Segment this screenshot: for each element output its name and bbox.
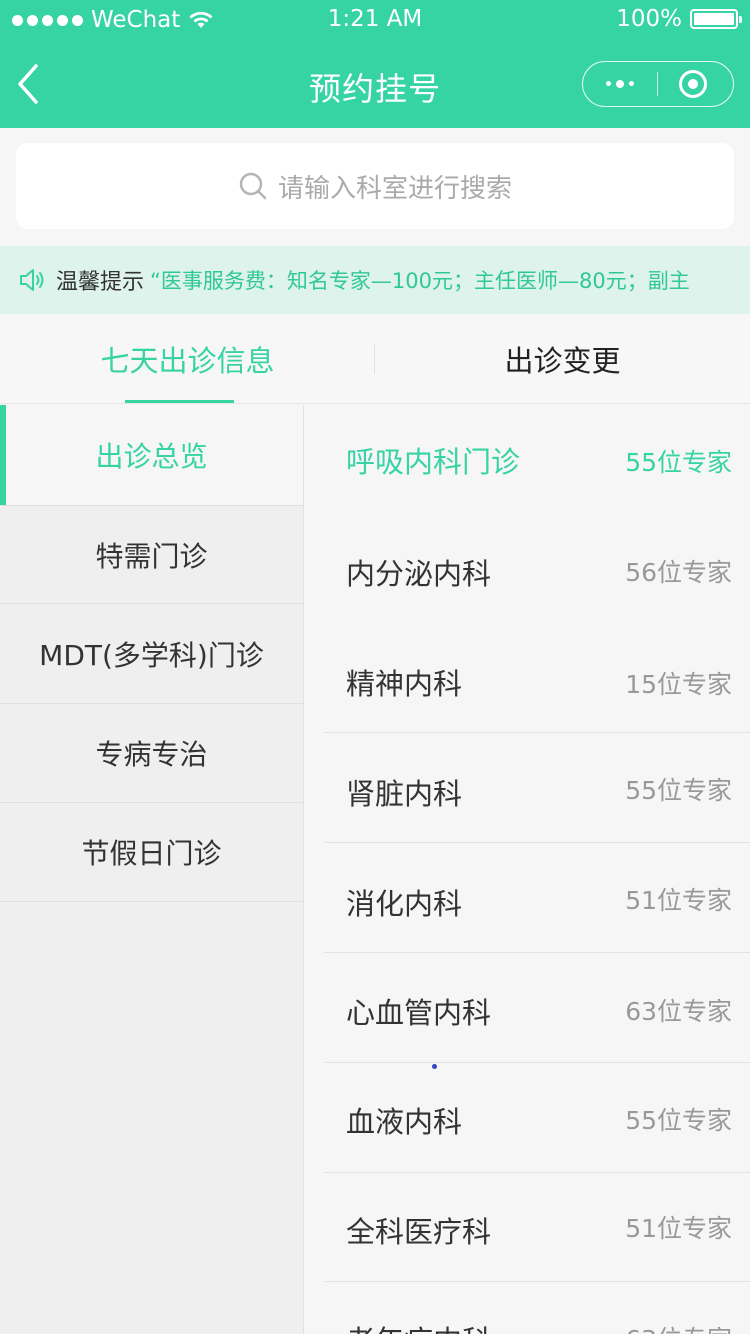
sidebar-item-holiday-clinic[interactable]: 节假日门诊: [0, 803, 303, 902]
notice-bar[interactable]: 温馨提示 “医事服务费：知名专家—100元；主任医师—80元；副主: [0, 246, 750, 314]
sidebar: 出诊总览 特需门诊 MDT(多学科)门诊 专病专治 节假日门诊: [0, 405, 304, 1334]
status-right: 100%: [616, 6, 742, 32]
department-name: 肾脏内科: [346, 777, 463, 811]
capsule-divider: [657, 72, 658, 96]
department-name: 老年病内科: [346, 1318, 491, 1334]
list-item[interactable]: 精神内科 15位专家: [324, 623, 750, 733]
list-item[interactable]: 肾脏内科 55位专家: [324, 733, 750, 843]
sidebar-item-special-clinic[interactable]: 特需门诊: [0, 505, 303, 604]
expert-count: 55位专家: [625, 1106, 732, 1135]
department-name: 全科医疗科: [346, 1215, 492, 1249]
notice-text: “医事服务费：知名专家—100元；主任医师—80元；副主: [150, 269, 690, 293]
search-input[interactable]: 请输入科室进行搜索: [16, 143, 734, 229]
department-list: 呼吸内科门诊 55位专家 内分泌内科 56位专家 精神内科 15位专家 肾脏内科…: [324, 405, 750, 1334]
expert-count: 55位专家: [625, 776, 732, 805]
notice-label: 温馨提示: [56, 270, 145, 295]
expert-count: 51位专家: [625, 886, 732, 915]
list-item[interactable]: 老年病内科 63位专家: [324, 1282, 750, 1334]
sidebar-item-label: 节假日门诊: [81, 837, 222, 870]
expert-count: 56位专家: [625, 558, 732, 587]
more-menu-icon[interactable]: [583, 62, 657, 105]
sidebar-item-mdt-clinic[interactable]: MDT(多学科)门诊: [0, 605, 303, 704]
speaker-icon: [20, 269, 44, 291]
sidebar-item-label: 出诊总览: [95, 440, 208, 473]
search-section: 请输入科室进行搜索: [0, 128, 750, 246]
tab-active-indicator: [125, 400, 234, 403]
nav-bar: 预约挂号: [0, 40, 750, 128]
expert-count: 51位专家: [625, 1214, 732, 1243]
sidebar-item-label: 专病专治: [95, 738, 208, 771]
status-bar: WeChat 1:21 AM 100%: [0, 0, 750, 40]
battery-percent: 100%: [616, 6, 682, 32]
header: WeChat 1:21 AM 100% 预约挂号: [0, 0, 750, 128]
list-item[interactable]: 内分泌内科 56位专家: [324, 515, 750, 625]
list-item[interactable]: 消化内科 51位专家: [324, 843, 750, 953]
expert-count: 15位专家: [625, 670, 732, 699]
department-name: 血液内科: [346, 1105, 463, 1139]
battery-icon: [690, 9, 742, 29]
sidebar-item-specialty-treatment[interactable]: 专病专治: [0, 704, 303, 803]
close-mini-program-icon[interactable]: [679, 70, 707, 98]
department-name: 消化内科: [346, 887, 463, 921]
list-item[interactable]: 心血管内科 63位专家: [324, 953, 750, 1063]
search-placeholder: 请输入科室进行搜索: [277, 173, 512, 204]
department-name: 心血管内科: [346, 996, 492, 1030]
sidebar-item-label: 特需门诊: [95, 539, 208, 573]
mini-program-capsule: [582, 61, 734, 107]
list-item[interactable]: 全科医疗科 51位专家: [324, 1172, 750, 1282]
scroll-dot: [432, 1064, 437, 1069]
department-name: 内分泌内科: [346, 557, 492, 591]
tab-seven-day-info[interactable]: 七天出诊信息: [0, 314, 375, 404]
department-name: 精神内科: [346, 667, 463, 701]
sidebar-item-label: MDT(多学科)门诊: [39, 639, 264, 672]
list-item[interactable]: 呼吸内科门诊 55位专家: [324, 405, 750, 515]
list-item[interactable]: 血液内科 55位专家: [324, 1063, 750, 1173]
search-icon: [239, 172, 267, 200]
expert-count: 63位专家: [625, 997, 732, 1026]
expert-count: 63位专家: [625, 1320, 732, 1334]
tab-bar: 七天出诊信息 出诊变更: [0, 314, 750, 404]
expert-count: 55位专家: [625, 448, 732, 477]
department-name: 呼吸内科门诊: [346, 445, 521, 479]
tab-schedule-changes[interactable]: 出诊变更: [375, 314, 750, 404]
sidebar-item-overview[interactable]: 出诊总览: [0, 405, 303, 505]
